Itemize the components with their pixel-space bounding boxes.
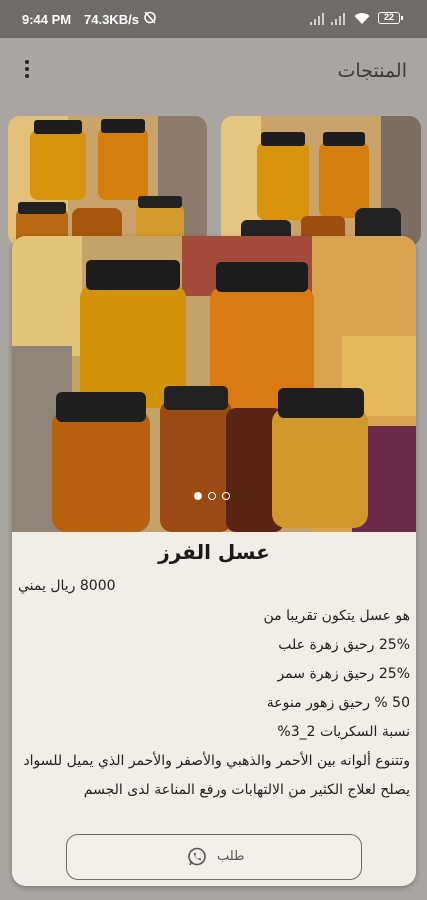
product-detail-card: عسل الفرز 8000 ريال يمني هو عسل يتكون تق… — [12, 236, 416, 886]
wifi-icon — [354, 13, 370, 24]
description-line: هو عسل يتكون تقريبا من — [263, 608, 410, 624]
more-vertical-icon[interactable] — [20, 58, 34, 84]
alarm-off-icon — [144, 11, 156, 24]
product-card[interactable] — [8, 116, 207, 246]
description-line: يصلح لعلاج الكثير من الالتهابات ورفع الم… — [83, 782, 410, 798]
app-bar: المنتجات — [0, 38, 427, 108]
signal-icon — [310, 13, 324, 25]
description-line: نسبة السكريات 2_3% — [277, 724, 410, 740]
product-image — [8, 116, 207, 246]
battery-icon: 22 — [378, 12, 403, 24]
carousel-indicator — [194, 492, 240, 504]
description-line: 50 % رحيق زهور منوعة — [266, 695, 410, 711]
signal-icon-2 — [331, 13, 345, 25]
whatsapp-icon — [188, 847, 206, 866]
page-title: المنتجات — [337, 60, 407, 82]
order-button[interactable]: طلب — [66, 834, 362, 880]
status-bar: 9:44 PM 74.3KB/s 22 — [0, 0, 427, 38]
network-speed: 74.3KB/s — [84, 12, 139, 27]
description-line: وتتنوع ألوانه بين الأحمر والذهبي والأصفر… — [23, 753, 410, 769]
product-image — [221, 116, 421, 246]
description-line: 25% رحيق زهرة سمر — [277, 666, 410, 682]
status-time: 9:44 PM — [22, 12, 72, 27]
product-image[interactable] — [12, 236, 416, 532]
order-button-label: طلب — [217, 849, 245, 864]
carousel-dot[interactable] — [194, 492, 202, 500]
product-name: عسل الفرز — [158, 540, 270, 564]
product-price: 8000 ريال يمني — [18, 578, 116, 594]
product-description: هو عسل يتكون تقريبا من 25% رحيق زهرة علب… — [18, 602, 410, 805]
description-line: 25% رحيق زهرة علب — [278, 637, 410, 653]
carousel-dot[interactable] — [208, 492, 216, 500]
product-card[interactable] — [221, 116, 421, 246]
carousel-dot[interactable] — [222, 492, 230, 500]
